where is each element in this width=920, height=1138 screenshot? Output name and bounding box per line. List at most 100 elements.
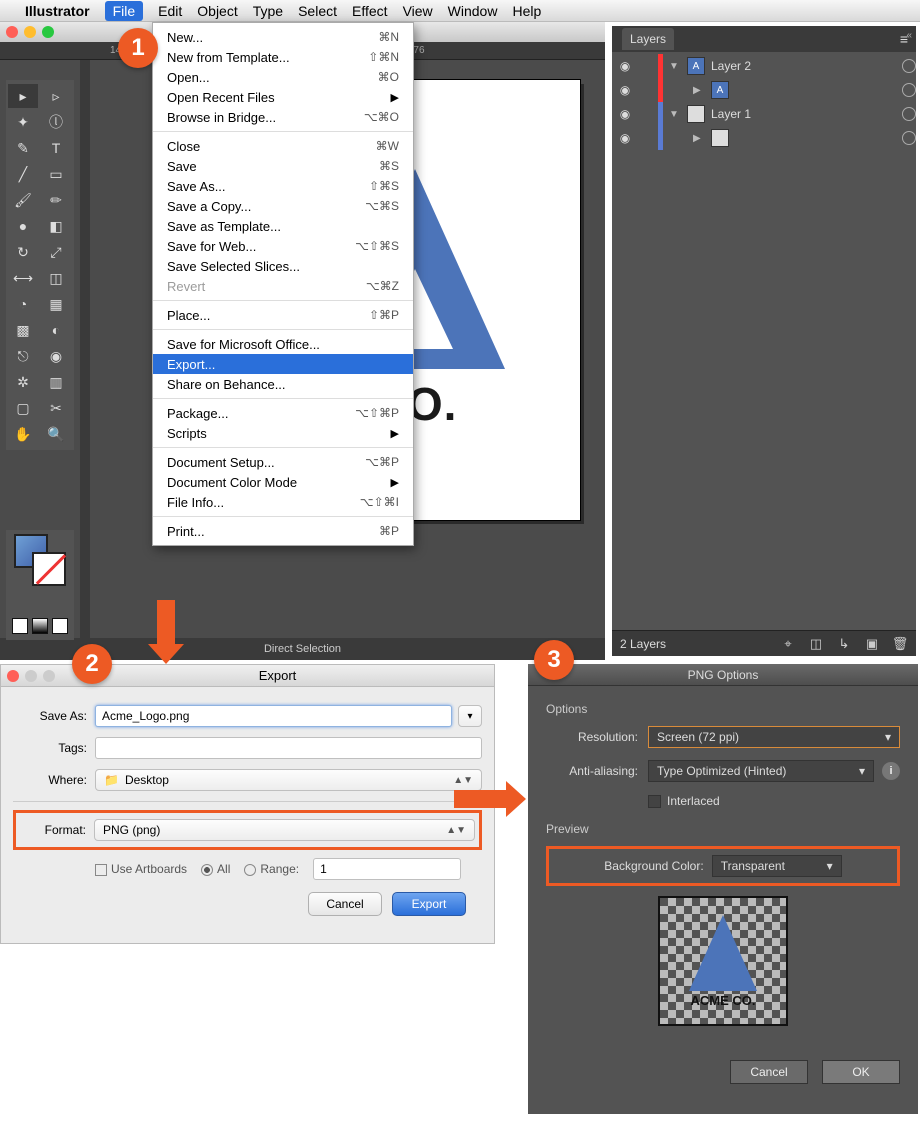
slice-tool-icon[interactable]: ✂ xyxy=(41,396,71,420)
disclosure-triangle-icon[interactable]: ▶ xyxy=(693,85,705,96)
menubar-item-object[interactable]: Object xyxy=(197,3,237,19)
new-layer-icon[interactable]: ▣ xyxy=(864,636,880,652)
delete-layer-icon[interactable]: 🗑 xyxy=(892,636,908,652)
width-tool-icon[interactable]: ⟷ xyxy=(8,266,38,290)
background-color-dropdown[interactable]: Transparent ▾ xyxy=(712,855,842,877)
file-menu-item[interactable]: New from Template...⇧⌘N xyxy=(153,47,413,67)
cancel-button[interactable]: Cancel xyxy=(308,892,382,916)
layer-name[interactable]: Layer 2 xyxy=(711,59,896,73)
export-button[interactable]: Export xyxy=(392,892,466,916)
menubar-app-name[interactable]: Illustrator xyxy=(25,3,90,19)
file-menu-item[interactable]: Save for Microsoft Office... xyxy=(153,334,413,354)
file-menu-item[interactable]: Browse in Bridge...⌥⌘O xyxy=(153,107,413,127)
file-menu-item[interactable]: Print...⌘P xyxy=(153,521,413,541)
file-menu-item[interactable]: Save for Web...⌥⇧⌘S xyxy=(153,236,413,256)
rectangle-tool-icon[interactable]: ▭ xyxy=(41,162,71,186)
gradient-tool-icon[interactable]: ◐ xyxy=(41,318,71,342)
layer-name[interactable]: Layer 1 xyxy=(711,107,896,121)
all-radio[interactable]: All xyxy=(201,862,230,876)
file-menu-item[interactable]: Scripts▶ xyxy=(153,423,413,443)
hand-tool-icon[interactable]: ✋ xyxy=(8,422,38,446)
window-close-icon[interactable] xyxy=(6,26,18,38)
menubar-item-edit[interactable]: Edit xyxy=(158,3,182,19)
gradient-mode-icon[interactable] xyxy=(32,618,48,634)
color-mode-icon[interactable] xyxy=(12,618,28,634)
eraser-tool-icon[interactable]: ◧ xyxy=(41,214,71,238)
menubar-item-view[interactable]: View xyxy=(403,3,433,19)
layers-tab[interactable]: Layers xyxy=(622,28,674,50)
symbol-sprayer-tool-icon[interactable]: ✲ xyxy=(8,370,38,394)
visibility-toggle-icon[interactable]: ◉ xyxy=(618,131,632,145)
png-ok-button[interactable]: OK xyxy=(822,1060,900,1084)
tags-input[interactable] xyxy=(95,737,482,759)
none-mode-icon[interactable] xyxy=(52,618,68,634)
eyedropper-tool-icon[interactable]: ⎋ xyxy=(8,344,38,368)
file-menu-item[interactable]: Open Recent Files▶ xyxy=(153,87,413,107)
pencil-tool-icon[interactable]: ✏ xyxy=(41,188,71,212)
save-as-input[interactable] xyxy=(95,705,452,727)
make-clipping-mask-icon[interactable]: ◫ xyxy=(808,636,824,652)
window-zoom-icon[interactable] xyxy=(42,26,54,38)
disclosure-triangle-icon[interactable]: ▼ xyxy=(669,109,681,120)
layer-row[interactable]: ◉▼ALayer 2 xyxy=(612,54,916,78)
line-tool-icon[interactable]: ╱ xyxy=(8,162,38,186)
file-menu-item[interactable]: Open...⌘O xyxy=(153,67,413,87)
visibility-toggle-icon[interactable]: ◉ xyxy=(618,59,632,73)
layer-row[interactable]: ◉ ▼ Layer 1 xyxy=(612,102,916,126)
artboard-tool-icon[interactable]: ▢ xyxy=(8,396,38,420)
new-sublayer-icon[interactable]: ↳ xyxy=(836,636,852,652)
panel-collapse-icon[interactable]: « xyxy=(906,30,912,41)
format-dropdown[interactable]: PNG (png) ▲▼ xyxy=(94,819,475,841)
where-dropdown[interactable]: 📁Desktop ▲▼ xyxy=(95,769,482,791)
interlaced-checkbox[interactable]: Interlaced xyxy=(648,794,720,808)
lasso-tool-icon[interactable]: ⓛ xyxy=(41,110,71,134)
antialias-dropdown[interactable]: Type Optimized (Hinted) ▾ xyxy=(648,760,874,782)
file-menu-item[interactable]: Document Setup...⌥⌘P xyxy=(153,452,413,472)
stroke-color-swatch[interactable] xyxy=(32,552,66,586)
mesh-tool-icon[interactable]: ▩ xyxy=(8,318,38,342)
menubar-item-type[interactable]: Type xyxy=(253,3,283,19)
shape-builder-tool-icon[interactable]: ◔ xyxy=(8,292,38,316)
layer-target-icon[interactable] xyxy=(902,107,916,121)
use-artboards-checkbox[interactable]: Use Artboards xyxy=(95,862,187,876)
file-menu-item[interactable]: Package...⌥⇧⌘P xyxy=(153,403,413,423)
blob-brush-tool-icon[interactable]: ● xyxy=(8,214,38,238)
perspective-tool-icon[interactable]: ▦ xyxy=(41,292,71,316)
file-menu-item[interactable]: Save Selected Slices... xyxy=(153,256,413,276)
file-menu-item[interactable]: Save as Template... xyxy=(153,216,413,236)
menubar-item-window[interactable]: Window xyxy=(448,3,498,19)
layer-target-icon[interactable] xyxy=(902,83,916,97)
range-input[interactable] xyxy=(313,858,461,880)
type-tool-icon[interactable]: T xyxy=(41,136,71,160)
file-menu-item[interactable]: Save⌘S xyxy=(153,156,413,176)
range-radio[interactable]: Range: xyxy=(244,862,299,876)
layer-target-icon[interactable] xyxy=(902,131,916,145)
info-icon[interactable]: i xyxy=(882,762,900,780)
file-menu-item[interactable]: New...⌘N xyxy=(153,27,413,47)
file-menu-item[interactable]: Document Color Mode▶ xyxy=(153,472,413,492)
visibility-toggle-icon[interactable]: ◉ xyxy=(618,107,632,121)
png-cancel-button[interactable]: Cancel xyxy=(730,1060,808,1084)
magic-wand-tool-icon[interactable]: ✦ xyxy=(8,110,38,134)
file-menu-item[interactable]: Close⌘W xyxy=(153,136,413,156)
menubar-item-help[interactable]: Help xyxy=(512,3,541,19)
file-menu-item[interactable]: Place...⇧⌘P xyxy=(153,305,413,325)
file-menu-item[interactable]: File Info...⌥⇧⌘I xyxy=(153,492,413,512)
layer-row[interactable]: ◉▶ xyxy=(612,126,916,150)
visibility-toggle-icon[interactable]: ◉ xyxy=(618,83,632,97)
menubar-item-file[interactable]: File xyxy=(105,1,144,21)
scale-tool-icon[interactable]: ⤢ xyxy=(41,240,71,264)
layer-target-icon[interactable] xyxy=(902,59,916,73)
file-menu-item[interactable]: Save a Copy...⌥⌘S xyxy=(153,196,413,216)
pen-tool-icon[interactable]: ✎ xyxy=(8,136,38,160)
selection-tool-icon[interactable]: ▸ xyxy=(8,84,38,108)
layer-row[interactable]: ◉▶A xyxy=(612,78,916,102)
file-menu-item[interactable]: Share on Behance... xyxy=(153,374,413,394)
blend-tool-icon[interactable]: ◉ xyxy=(41,344,71,368)
window-minimize-icon[interactable] xyxy=(24,26,36,38)
file-menu-item[interactable]: Save As...⇧⌘S xyxy=(153,176,413,196)
expand-dialog-button[interactable]: ▾ xyxy=(458,705,482,727)
free-transform-tool-icon[interactable]: ◫ xyxy=(41,266,71,290)
file-menu-item[interactable]: Export... xyxy=(153,354,413,374)
column-graph-tool-icon[interactable]: ▥ xyxy=(41,370,71,394)
